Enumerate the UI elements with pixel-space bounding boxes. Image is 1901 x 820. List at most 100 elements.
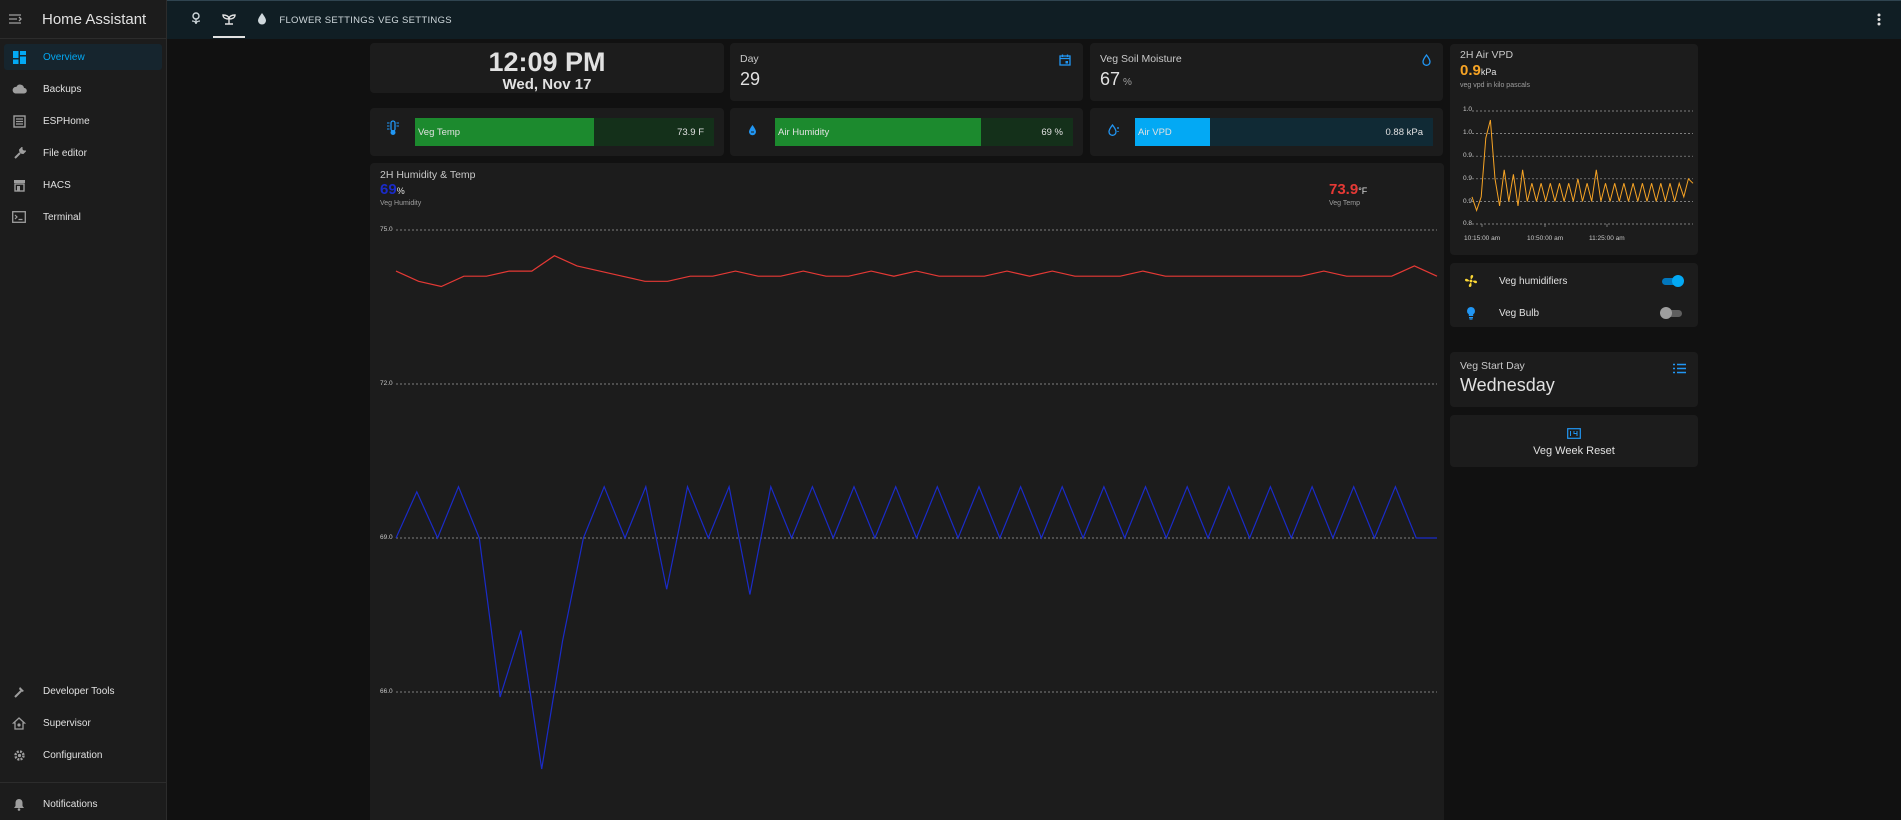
app-title: Home Assistant [42, 10, 147, 28]
esphome-icon [6, 114, 32, 128]
bar-track: Air VPD 0.88 kPa [1135, 118, 1433, 146]
soil-moisture-card[interactable]: Veg Soil Moisture 67% [1090, 43, 1443, 101]
series-line-veg-temp [395, 255, 1438, 288]
thermometer-icon [386, 120, 400, 141]
day-entity-card[interactable]: Day 29 [730, 43, 1083, 101]
vpd-graph-card[interactable]: 2H Air VPD 0.9kPa veg vpd in kilo pascal… [1450, 44, 1698, 255]
counter-icon [1567, 426, 1581, 444]
entity-value: 29 [740, 69, 761, 89]
entity-unit: % [1123, 77, 1132, 88]
fan-icon [1459, 274, 1483, 288]
clock-time: 12:09 PM [488, 47, 606, 77]
air-vpd-bar-card[interactable]: Air VPD 0.88 kPa [1090, 108, 1443, 156]
entity-value: 67 [1100, 69, 1121, 89]
toggle-row-veg-bulb[interactable]: Veg Bulb [1450, 299, 1698, 327]
entity-value: Wednesday [1460, 375, 1555, 395]
sidebar-item-label: Supervisor [43, 717, 91, 729]
toggle-label: Veg humidifiers [1499, 275, 1568, 287]
sidebar-item-esphome[interactable]: ESPHome [4, 108, 162, 134]
clock-date: Wed, Nov 17 [502, 76, 592, 93]
vpd-chart [1471, 110, 1694, 227]
sidebar: Home Assistant Overview Backups ESPHome … [0, 0, 167, 820]
entity-value-wrap: 67% [1100, 69, 1132, 90]
bar-value: 0.88 kPa [1385, 127, 1424, 138]
humidity-temp-chart [395, 229, 1438, 770]
sidebar-divider [0, 782, 166, 783]
sidebar-item-developer-tools[interactable]: Developer Tools [4, 678, 162, 704]
tab-flower[interactable] [179, 1, 213, 39]
sidebar-header: Home Assistant [0, 0, 166, 39]
sidebar-item-notifications[interactable]: Notifications [4, 791, 162, 817]
cloud-icon [6, 84, 32, 94]
bar-track: Veg Temp 73.9 F [415, 118, 714, 146]
sidebar-item-supervisor[interactable]: Supervisor [4, 710, 162, 736]
hammer-icon [6, 685, 32, 698]
sidebar-item-label: Notifications [43, 798, 98, 810]
console-icon [6, 211, 32, 223]
bar-value: 69 % [1041, 127, 1063, 138]
format-list-icon[interactable] [1673, 361, 1686, 379]
sidebar-item-label: HACS [43, 179, 71, 191]
water-drop-icon [257, 12, 267, 28]
clock-card: 12:09 PM Wed, Nov 17 [370, 43, 724, 93]
bar-value: 73.9 F [677, 127, 704, 138]
bell-icon [6, 798, 32, 811]
switch-knob [1660, 307, 1672, 319]
veg-bulb-switch[interactable] [1660, 307, 1684, 319]
store-icon [6, 179, 32, 192]
calendar-icon [1059, 53, 1071, 71]
supervisor-icon [6, 716, 32, 730]
switch-knob [1672, 275, 1684, 287]
tab-water[interactable] [245, 1, 279, 39]
more-vert-icon[interactable] [1877, 13, 1881, 31]
water-percent-icon [1108, 123, 1121, 141]
lightbulb-icon [1459, 306, 1483, 320]
bar-label: Air VPD [1138, 127, 1172, 138]
sidebar-item-label: Backups [43, 83, 82, 95]
toggle-label: Veg Bulb [1499, 307, 1540, 319]
tab-flower-settings[interactable]: FLOWER SETTINGS [279, 1, 375, 39]
sidebar-item-label: ESPHome [43, 115, 90, 127]
sidebar-item-label: File editor [43, 147, 87, 159]
sidebar-item-terminal[interactable]: Terminal [4, 204, 162, 230]
veg-humidifiers-switch[interactable] [1660, 275, 1684, 287]
tab-label: FLOWER SETTINGS [279, 14, 375, 26]
veg-temp-bar-card[interactable]: Veg Temp 73.9 F [370, 108, 724, 156]
air-humidity-bar-card[interactable]: Air Humidity 69 % [730, 108, 1083, 156]
dashboard-icon [6, 50, 32, 64]
sidebar-item-overview[interactable]: Overview [4, 44, 162, 70]
menu-collapse-icon[interactable] [0, 13, 30, 25]
tab-veg-settings[interactable]: VEG SETTINGS [375, 1, 455, 39]
sidebar-item-label: Terminal [43, 211, 81, 223]
veg-start-day-card[interactable]: Veg Start Day Wednesday [1450, 352, 1698, 407]
toggle-row-veg-humidifiers[interactable]: Veg humidifiers [1450, 267, 1698, 295]
tab-veg[interactable] [213, 1, 245, 39]
veg-week-reset-button[interactable]: Veg Week Reset [1450, 415, 1698, 467]
app-root: Home Assistant Overview Backups ESPHome … [0, 0, 1901, 820]
flower-icon [190, 12, 202, 28]
button-label: Veg Week Reset [1533, 445, 1615, 457]
entity-name: Veg Soil Moisture [1100, 53, 1182, 65]
bar-track: Air Humidity 69 % [775, 118, 1073, 146]
top-app-bar: FLOWER SETTINGS VEG SETTINGS [167, 0, 1901, 39]
sidebar-item-backups[interactable]: Backups [4, 76, 162, 102]
humidity-icon [748, 123, 757, 141]
wrench-icon [6, 146, 32, 160]
tab-label: VEG SETTINGS [378, 14, 452, 26]
sidebar-item-file-editor[interactable]: File editor [4, 140, 162, 166]
sidebar-item-configuration[interactable]: Configuration [4, 742, 162, 768]
sidebar-item-label: Configuration [43, 749, 103, 761]
entities-toggle-card: Veg humidifiers Veg Bulb [1450, 263, 1698, 327]
sidebar-item-hacs[interactable]: HACS [4, 172, 162, 198]
water-drop-icon [1422, 53, 1431, 71]
sprout-icon [222, 13, 236, 28]
entity-name: Day [740, 53, 759, 65]
bar-label: Veg Temp [418, 127, 461, 138]
humidity-temp-graph-card[interactable]: 2H Humidity & Temp 69% Veg Humidity 73.9… [370, 163, 1444, 820]
entity-name: Veg Start Day [1460, 360, 1525, 372]
series-line-veg-humidity [395, 484, 1437, 770]
gear-icon [6, 749, 32, 762]
sidebar-item-label: Developer Tools [43, 685, 115, 697]
sidebar-item-label: Overview [43, 51, 85, 63]
bar-label: Air Humidity [778, 127, 830, 138]
